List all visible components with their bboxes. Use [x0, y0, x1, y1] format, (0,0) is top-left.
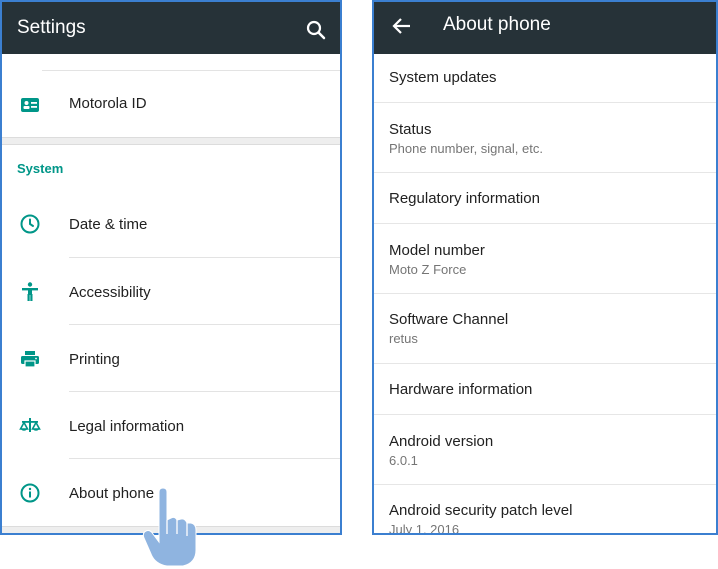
search-icon[interactable]	[304, 18, 328, 42]
about-item-subtitle: July 1, 2016	[389, 522, 460, 535]
about-item-title: Regulatory information	[389, 190, 540, 207]
about-item-regulatory-information[interactable]: Regulatory information	[374, 173, 716, 224]
about-item-title: Hardware information	[389, 381, 533, 398]
settings-item-label: Printing	[69, 351, 120, 368]
about-item-title: Android security patch level	[389, 502, 573, 519]
back-arrow-icon[interactable]	[390, 14, 414, 38]
account-card-icon	[18, 93, 42, 117]
about-item-title: Software Channel	[389, 311, 509, 328]
settings-item-motorola-id[interactable]: Motorola ID	[2, 72, 340, 137]
accessibility-icon	[18, 280, 42, 304]
app-bar: Settings	[2, 2, 340, 54]
about-item-title: System updates	[389, 69, 497, 86]
settings-item-label: Accessibility	[69, 284, 151, 301]
settings-item-printing[interactable]: Printing	[2, 325, 340, 392]
about-item-status[interactable]: Status Phone number, signal, etc.	[374, 103, 716, 173]
about-item-model-number[interactable]: Model number Moto Z Force	[374, 224, 716, 294]
about-item-subtitle: 6.0.1	[389, 453, 418, 468]
settings-item-label: Legal information	[69, 418, 185, 435]
app-bar: About phone	[374, 2, 716, 54]
about-item-title: Model number	[389, 242, 485, 259]
settings-item-accessibility[interactable]: Accessibility	[2, 258, 340, 325]
section-separator	[2, 137, 340, 145]
about-item-security-patch-level[interactable]: Android security patch level July 1, 201…	[374, 485, 716, 535]
section-header-system: System	[17, 161, 64, 176]
scale-icon	[18, 414, 42, 438]
page-title: About phone	[443, 14, 551, 35]
about-item-title: Android version	[389, 433, 494, 450]
about-phone-screen: About phone System updates Status Phone …	[372, 0, 718, 535]
divider	[42, 70, 340, 71]
printer-icon	[18, 347, 42, 371]
about-item-software-channel[interactable]: Software Channel retus	[374, 294, 716, 364]
about-item-system-updates[interactable]: System updates	[374, 52, 716, 103]
about-item-title: Status	[389, 121, 432, 138]
about-item-android-version[interactable]: Android version 6.0.1	[374, 415, 716, 485]
settings-item-legal-information[interactable]: Legal information	[2, 392, 340, 459]
settings-item-label: Motorola ID	[69, 95, 147, 112]
about-item-subtitle: retus	[389, 331, 418, 346]
settings-screen: Settings Motorola ID System Date & time …	[0, 0, 342, 535]
about-item-hardware-information[interactable]: Hardware information	[374, 364, 716, 415]
about-item-subtitle: Phone number, signal, etc.	[389, 141, 543, 156]
info-icon	[18, 481, 42, 505]
pointing-hand-icon	[141, 487, 201, 569]
settings-item-label: Date & time	[69, 216, 148, 233]
settings-item-date-time[interactable]: Date & time	[2, 190, 340, 257]
clock-icon	[18, 212, 42, 236]
page-title: Settings	[17, 17, 86, 38]
about-item-subtitle: Moto Z Force	[389, 262, 467, 277]
